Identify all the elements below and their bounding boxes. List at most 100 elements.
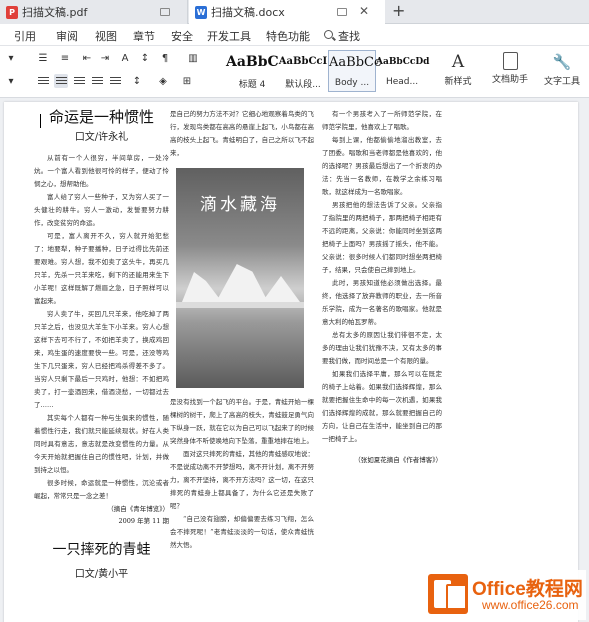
menu-security[interactable]: 安全 xyxy=(171,28,193,44)
sort-icon[interactable]: ↕ xyxy=(138,51,152,65)
close-tab-icon[interactable]: ✕ xyxy=(359,4,369,18)
style-name: Head... xyxy=(385,77,419,87)
logo-url: www.office26.com xyxy=(482,598,579,612)
menu-developer[interactable]: 开发工具 xyxy=(207,28,251,44)
style-preview: AaBbCcDd xyxy=(376,57,430,67)
monitor-icon[interactable] xyxy=(337,8,347,16)
paragraph: 很多时候，命运就是一种惯性，沉沦或者崛起，常常只是一念之差！ xyxy=(34,479,169,500)
menu-search[interactable]: 查找 xyxy=(338,28,360,44)
document-area[interactable]: 命运是一种惯性 口文/许永礼 从前有一个人很穷，半间草房，一处冷炕。一个富人看到… xyxy=(0,98,589,622)
menu-references[interactable]: 引用 xyxy=(14,28,36,44)
word-file-icon: W xyxy=(195,5,207,19)
doc-helper-icon xyxy=(502,52,518,70)
increase-indent-icon[interactable]: ⇥ xyxy=(98,51,112,65)
decrease-indent-icon[interactable]: ⇤ xyxy=(80,51,94,65)
document-page[interactable]: 命运是一种惯性 口文/许永礼 从前有一个人很穷，半间草房，一处冷炕。一个富人看到… xyxy=(4,102,578,622)
line-spacing-icon[interactable]: ↕ xyxy=(130,74,144,88)
bullet-list-icon[interactable]: ☰ xyxy=(36,51,50,65)
menu-bar: 引用 审阅 视图 章节 安全 开发工具 特色功能 查找 xyxy=(0,24,589,46)
align-right-icon[interactable] xyxy=(72,74,86,88)
wrench-icon: 🔧 xyxy=(552,53,572,71)
numbered-list-icon[interactable]: ≡ xyxy=(58,51,72,65)
ice-shelf xyxy=(176,302,304,308)
article-title-1: 命运是一种惯性 xyxy=(48,108,154,126)
paragraph: 从前有一个人很穷，半间草房，一处冷炕。一个富人看到他很可怜的样子，便动了怜悯之心… xyxy=(34,154,169,188)
justify-icon[interactable] xyxy=(90,74,104,88)
style-preview: AaBbCc xyxy=(329,55,382,70)
distribute-icon[interactable] xyxy=(108,74,122,88)
highlight-icon[interactable]: ▾ xyxy=(4,74,18,88)
doc-helper-button[interactable]: 文档助手 xyxy=(488,52,532,85)
menu-review[interactable]: 审阅 xyxy=(56,28,78,44)
new-style-label: 新样式 xyxy=(444,77,472,87)
paragraph: 有一个男孩考入了一所师范学院，在师范学院里，他喜欢上了唱歌。 xyxy=(322,110,442,131)
align-left-icon[interactable] xyxy=(36,74,50,88)
style-gallery: AaBbC 标题 4 AaBbCcI 默认段... AaBbCc Body ..… xyxy=(226,50,458,94)
chinese-layout-icon[interactable]: A xyxy=(118,51,132,65)
article-date-1: 2009 年第 11 期 xyxy=(118,517,169,525)
paragraph: 可是，富人离开不久，穷人就开始犯愁了：地要犁，种子要播种，日子过得比先前还要艰难… xyxy=(34,232,169,305)
paragraph: 富人给了穷人一些种子，又为穷人买了一头健壮的耕牛。穷人一激动，发誓要努力耕作，改… xyxy=(34,193,169,227)
painting-title: 滴水藏海 xyxy=(200,195,280,215)
style-default-paragraph[interactable]: AaBbCcI 默认段... xyxy=(278,50,328,92)
align-center-icon[interactable] xyxy=(54,74,68,88)
menu-features[interactable]: 特色功能 xyxy=(266,28,310,44)
paragraph: 此时，男孩知道他必须做出选择。最终，他选择了放弃教师的职业，去一所音乐学院，成为… xyxy=(322,279,442,326)
text-tools-label: 文字工具 xyxy=(543,77,580,87)
show-marks-icon[interactable]: ¶ xyxy=(158,51,172,65)
column-1: 命运是一种惯性 口文/许永礼 从前有一个人很穷，半间草房，一处冷炕。一个富人看到… xyxy=(34,106,169,583)
shading-icon[interactable]: ◈ xyxy=(156,74,170,88)
logo-brand: Office教程网 xyxy=(472,579,583,600)
paragraph: 如果我们选择平庸，那么可以在既定的椅子上站着。如果我们选择辉煌，那么就要把握住生… xyxy=(322,370,442,443)
iceberg-shape xyxy=(182,272,222,302)
paragraph: 是没有找到一个起飞的平台。于是，青蛙开始一棵棵树的树干，爬上了高高的枝头，青蛙鼓… xyxy=(170,398,314,445)
article-credit-3: （张如夏花摘自《作者博客》） xyxy=(354,456,442,464)
add-tab-icon[interactable]: + xyxy=(392,1,405,20)
paragraph: “自己没有翅膀，却偏偏要去练习飞翔，怎么会不摔死呢！”老青蛙淡淡的一句话，使众青… xyxy=(170,515,314,549)
painting-image: 滴水藏海 xyxy=(176,168,304,388)
menu-view[interactable]: 视图 xyxy=(95,28,117,44)
doc-helper-label: 文档助手 xyxy=(491,75,528,85)
paragraph: 是自己的努力方法不对？它细心地观察着鸟类的飞行，发现鸟类都在高高的悬崖上起飞，小… xyxy=(170,110,314,157)
office-logo-icon xyxy=(428,574,468,614)
iceberg-shape xyxy=(262,276,300,302)
article-author-2: 口文/黄小平 xyxy=(74,569,129,580)
article-source-1: （摘自《青年博览》） xyxy=(107,505,169,513)
paragraph: 穷人卖了牛，买回几只羊来，他吃掉了两只羊之后，也没见大羊生下小羊来。穷人心想这样… xyxy=(34,310,169,409)
ribbon: ▾ ☰ ≡ ⇤ ⇥ A ↕ ¶ ▥ ▾ ↕ ◈ ⊞ AaBbC 标题 4 AaB… xyxy=(0,46,589,98)
style-heading[interactable]: AaBbCcDd Head... xyxy=(376,50,430,92)
style-preview: AaBbC xyxy=(226,54,279,70)
menu-section[interactable]: 章节 xyxy=(133,28,155,44)
iceberg-shape xyxy=(216,264,268,302)
style-name: 默认段... xyxy=(285,80,321,90)
watermark-logo: Office教程网 www.office26.com xyxy=(420,570,586,620)
tab-bar: P 扫描文稿.pdf W 扫描文稿.docx ✕ + xyxy=(0,0,589,24)
font-color-dropdown-icon[interactable]: ▾ xyxy=(4,51,18,65)
app-window: P 扫描文稿.pdf W 扫描文稿.docx ✕ + 引用 审阅 视图 章节 安… xyxy=(0,0,589,622)
paragraph: 总有太多的原因让我们徘徊不定，太多的理由让我们犹豫不决，又有太多的事要我们做，而… xyxy=(322,331,442,365)
article-title-2: 一只摔死的青蛙 xyxy=(52,542,151,558)
paragraph: 面对这只摔死的青蛙，其他的青蛙感叹地说：不是说成功离不开梦想吗，离不开计划，离不… xyxy=(170,450,314,510)
style-preview: AaBbCcI xyxy=(278,56,328,67)
style-name: Body ... xyxy=(334,78,370,88)
paragraph: 其实每个人都有一种与生俱来的惯性，随着惯性行走，我们就只能延续现状。好在人类同时… xyxy=(34,414,169,474)
tab-docx-label: 扫描文稿.docx xyxy=(211,6,285,19)
text-tools-button[interactable]: 🔧 文字工具 xyxy=(538,52,586,87)
pdf-file-icon: P xyxy=(6,5,18,19)
paragraph: 男孩把他的想法告诉了父亲。父亲指了指院里的两把椅子，那两把椅子相距有不远的距离，… xyxy=(322,201,442,274)
column-3: 有一个男孩考入了一所师范学院，在师范学院里，他喜欢上了唱歌。 每到上课，他都偷偷… xyxy=(322,108,442,466)
search-icon[interactable] xyxy=(324,30,333,39)
style-name: 标题 4 xyxy=(238,80,266,90)
tab-pdf[interactable]: P 扫描文稿.pdf xyxy=(0,0,188,24)
style-heading4[interactable]: AaBbC 标题 4 xyxy=(226,50,279,92)
tab-pdf-label: 扫描文稿.pdf xyxy=(22,6,88,19)
monitor-icon[interactable] xyxy=(160,8,170,16)
new-style-icon: A xyxy=(451,52,465,72)
borders-icon[interactable]: ⊞ xyxy=(180,74,194,88)
style-body[interactable]: AaBbCc Body ... xyxy=(328,50,382,92)
new-style-button[interactable]: A 新样式 xyxy=(440,52,476,87)
article-author-1: 口文/许永礼 xyxy=(74,132,129,143)
paragraph: 每到上课，他都偷偷地溜出教室，去了团委。唱歌和当老师都是他喜欢的，他的选择呢？男… xyxy=(322,136,442,196)
paragraph-icon[interactable]: ▥ xyxy=(186,51,200,65)
tab-docx[interactable]: W 扫描文稿.docx ✕ xyxy=(189,0,385,24)
